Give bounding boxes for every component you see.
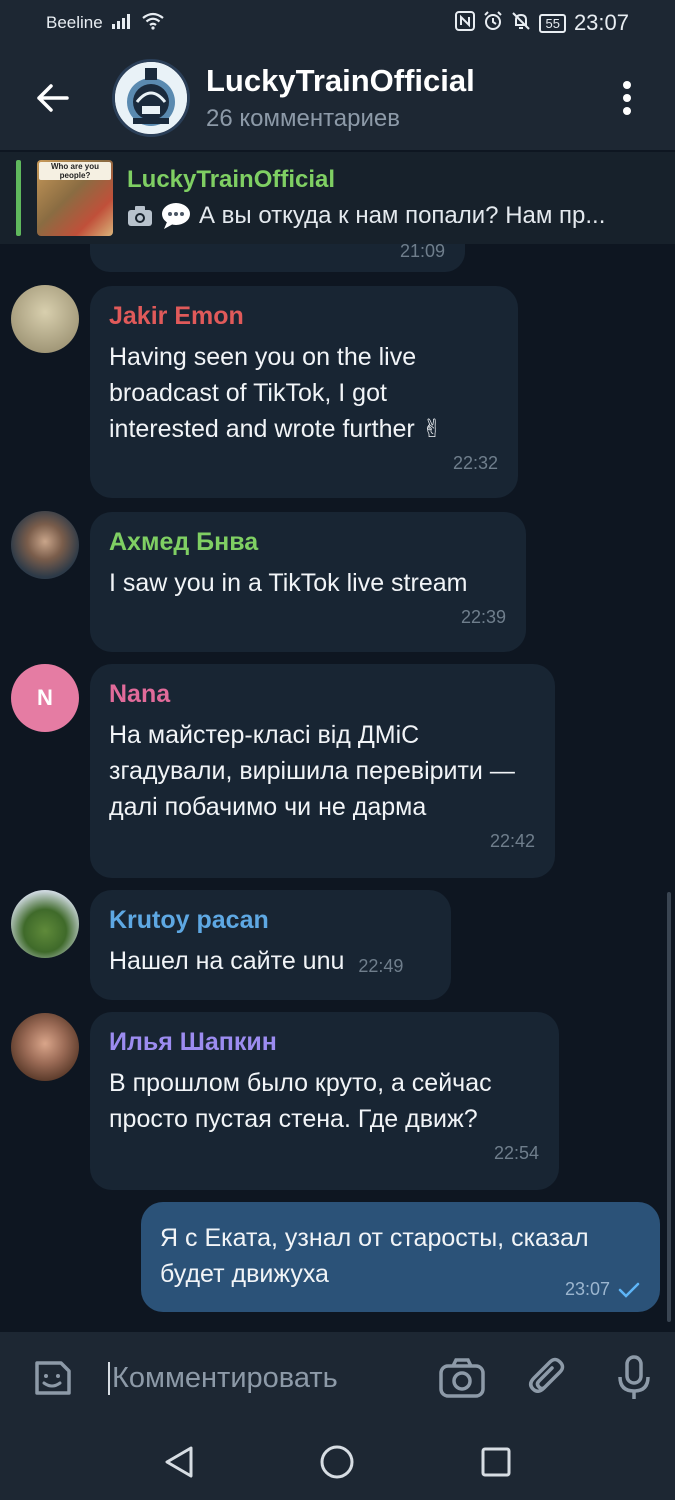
circle-home-icon — [320, 1445, 354, 1479]
message-time: 22:54 — [493, 1143, 539, 1163]
sender-name[interactable]: Ахмед Бнва — [109, 528, 506, 557]
message-text: Нашел на сайте unu — [109, 947, 345, 975]
message-time: 22:42 — [489, 831, 535, 851]
message-time: 21:09 — [399, 244, 445, 261]
attach-button[interactable] — [520, 1350, 576, 1406]
avatar[interactable] — [11, 511, 79, 579]
more-vertical-icon — [623, 81, 631, 115]
sender-name[interactable]: Nana — [109, 680, 535, 709]
chat-header: LuckyTrainOfficial 26 комментариев — [0, 46, 675, 150]
message-text: Having seen you on the live broadcast of… — [109, 343, 443, 443]
pinned-preview: А вы откуда к нам попали? Нам пр... — [127, 202, 657, 230]
nfc-icon — [455, 10, 476, 36]
microphone-button[interactable] — [606, 1350, 662, 1406]
message-time: 22:39 — [460, 607, 506, 627]
train-logo-icon — [115, 62, 187, 134]
message-bubble[interactable]: Jakir Emon Having seen you on the live b… — [90, 286, 518, 498]
clock: 23:07 — [573, 10, 629, 35]
message-text: I saw you in a TikTok live stream — [109, 569, 468, 597]
triangle-back-icon — [165, 1446, 193, 1478]
thumbnail-caption: Who are you people? — [39, 162, 111, 180]
speech-bubble-icon — [162, 203, 190, 229]
pinned-post[interactable]: Who are you people? LuckyTrainOfficial А… — [0, 152, 675, 244]
mute-icon — [511, 11, 531, 36]
avatar[interactable] — [11, 890, 79, 958]
comment-count: 26 комментариев — [206, 105, 401, 132]
wifi-icon — [141, 12, 165, 35]
status-bar: Beeline 55 23:07 — [0, 0, 675, 46]
nav-recents-button[interactable] — [466, 1432, 526, 1492]
signal-icon — [111, 13, 133, 34]
sender-name[interactable]: Krutoy pacan — [109, 906, 431, 935]
message-bubble[interactable]: Ахмед Бнва I saw you in a TikTok live st… — [90, 512, 526, 652]
message-bubble[interactable]: Илья Шапкин В прошлом было круто, а сейч… — [90, 1012, 559, 1190]
nav-back-button[interactable] — [149, 1432, 209, 1492]
message-time: 22:32 — [452, 453, 498, 473]
nav-home-button[interactable] — [307, 1432, 367, 1492]
more-menu-button[interactable] — [607, 63, 647, 133]
pinned-author: LuckyTrainOfficial — [127, 166, 336, 193]
carrier-label: Beeline — [46, 13, 103, 32]
camera-icon — [439, 1358, 485, 1398]
paperclip-icon — [529, 1357, 565, 1393]
alarm-icon — [483, 10, 503, 36]
avatar-initial: N — [37, 685, 53, 710]
system-nav-bar — [0, 1424, 675, 1500]
message-bubble[interactable]: Nana На майстер-класі від ДМіС згадували… — [90, 664, 555, 878]
message-text: В прошлом было круто, а сейчас просто пу… — [109, 1069, 492, 1133]
message-bubble-partial: 21:09 — [90, 244, 465, 272]
check-icon — [618, 1282, 640, 1298]
sender-name[interactable]: Jakir Emon — [109, 302, 498, 331]
camera-icon — [128, 206, 152, 226]
emoji-button[interactable] — [24, 1350, 80, 1406]
pinned-thumbnail: Who are you people? — [37, 160, 113, 236]
pinned-preview-text: А вы откуда к нам попали? Нам пр... — [199, 202, 606, 229]
back-button[interactable] — [12, 58, 92, 138]
channel-avatar[interactable] — [112, 59, 190, 137]
message-bubble[interactable]: Krutoy pacan Нашел на сайте unu 22:49 — [90, 890, 451, 1000]
comment-input[interactable] — [108, 1361, 398, 1395]
outgoing-message-bubble[interactable]: Я с Еката, узнал от старосты, сказал буд… — [141, 1202, 660, 1312]
message-time: 23:07 — [564, 1279, 610, 1299]
scrollbar[interactable] — [667, 892, 671, 1322]
message-list[interactable]: 21:09 Jakir Emon Having seen you on the … — [0, 244, 675, 1332]
pinned-accent-bar — [16, 160, 21, 236]
sender-name[interactable]: Илья Шапкин — [109, 1028, 539, 1057]
message-text: На майстер-класі від ДМіС згадували, вир… — [109, 721, 515, 821]
sticker-smile-icon — [35, 1361, 71, 1395]
camera-button[interactable] — [434, 1350, 490, 1406]
avatar[interactable]: N — [11, 664, 79, 732]
avatar[interactable] — [11, 1013, 79, 1081]
message-status: 23:07 — [565, 1279, 640, 1300]
channel-title: LuckyTrainOfficial — [206, 63, 475, 98]
comment-composer — [0, 1332, 675, 1424]
arrow-left-icon — [37, 84, 69, 112]
square-recents-icon — [481, 1447, 511, 1477]
avatar[interactable] — [11, 285, 79, 353]
battery-indicator: 55 — [539, 13, 566, 33]
message-time: 22:49 — [358, 956, 404, 976]
microphone-icon — [618, 1355, 650, 1399]
